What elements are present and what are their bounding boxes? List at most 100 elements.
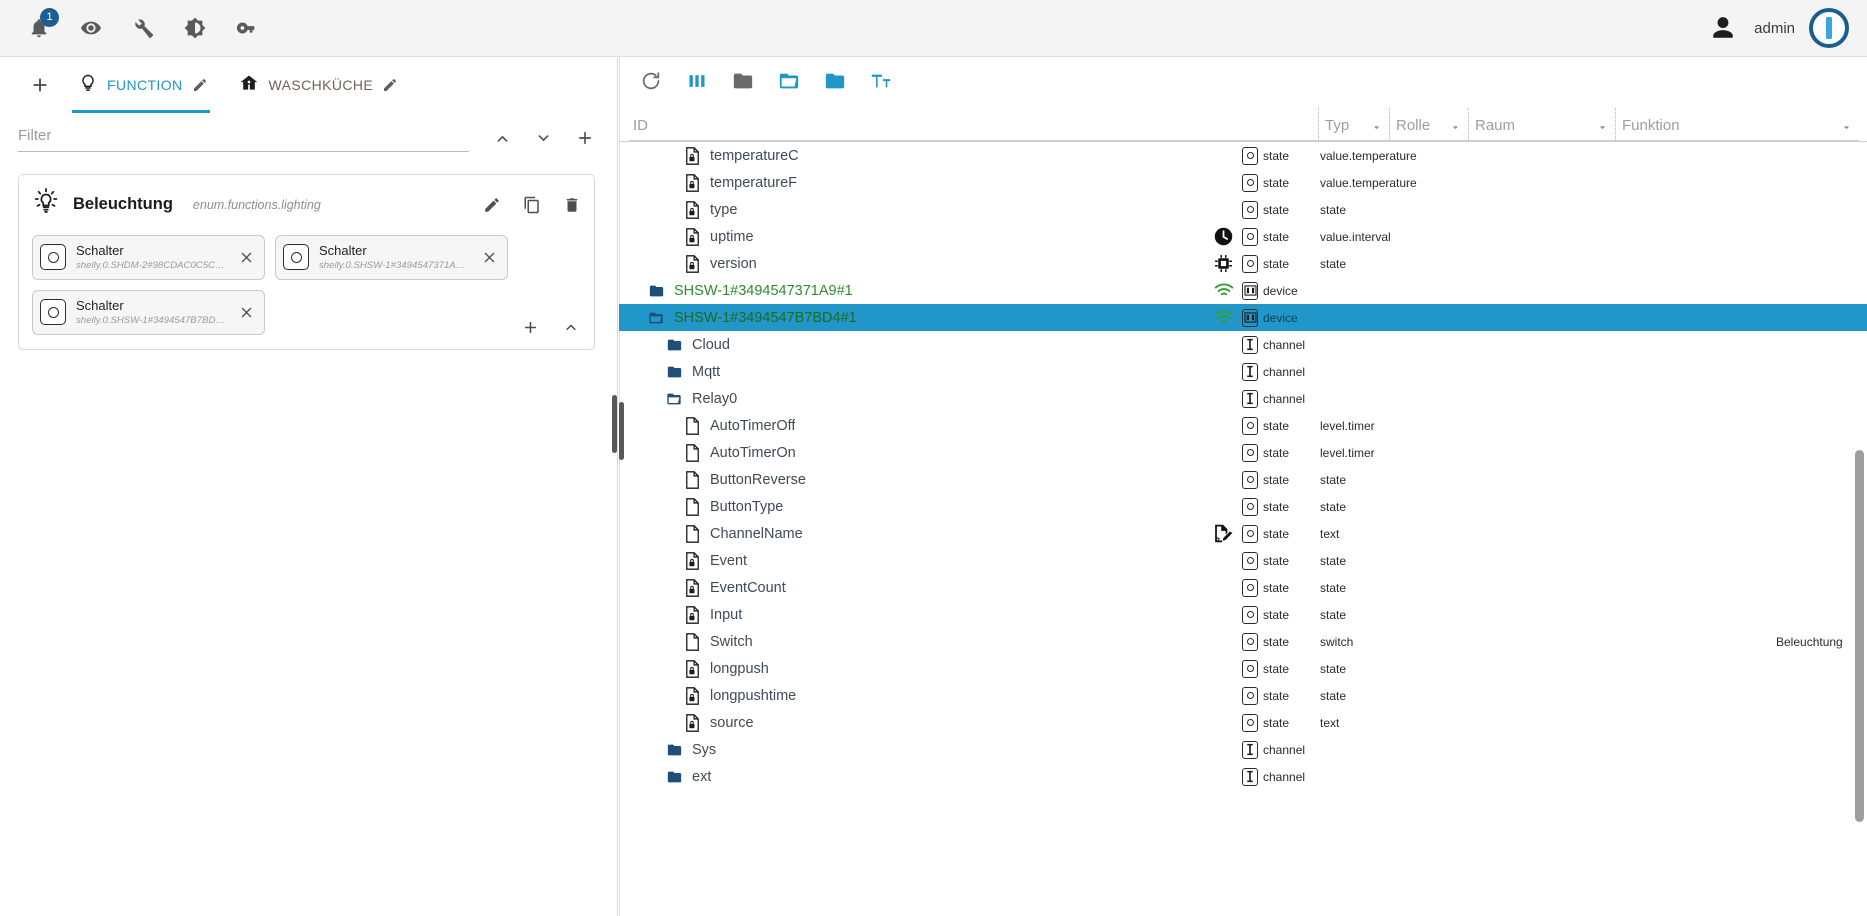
remove-member-icon[interactable] xyxy=(236,304,257,321)
tree-row-id-cell: EventCount xyxy=(629,578,1081,598)
locked-state-icon xyxy=(683,173,701,193)
eye-icon[interactable] xyxy=(74,11,108,45)
refresh-icon[interactable] xyxy=(637,67,665,95)
tree-row[interactable]: ButtonTypestatestate xyxy=(619,493,1867,520)
locked-state-icon xyxy=(683,605,701,625)
enum-member-chip[interactable]: Schalter shelly.0.SHSW-1#3494547371A9#1.… xyxy=(275,235,508,280)
wifi-icon[interactable] xyxy=(1172,283,1242,298)
tab-waschkueche[interactable]: WASCHKÜCHE xyxy=(224,57,409,113)
wrench-icon[interactable] xyxy=(126,11,160,45)
tree-row[interactable]: ButtonReversestatestate xyxy=(619,466,1867,493)
chip-name: Schalter xyxy=(76,243,124,258)
avatar[interactable] xyxy=(1706,11,1740,45)
add-member-icon[interactable] xyxy=(521,318,540,337)
tree-row-id-cell: uptime xyxy=(629,227,1081,247)
filter-actions xyxy=(469,128,595,152)
left-panel-scrollbar[interactable] xyxy=(612,395,617,453)
tree-row-label: type xyxy=(710,202,737,218)
tree-row[interactable]: Syschannel xyxy=(619,736,1867,763)
wifi-icon[interactable] xyxy=(1172,310,1242,325)
key-icon[interactable] xyxy=(230,11,264,45)
column-header-typ[interactable]: Typ xyxy=(1319,111,1389,141)
locked-state-icon xyxy=(683,146,701,166)
tree-row[interactable]: versionstatestate xyxy=(619,250,1867,277)
tree-row[interactable]: uptimestatevalue.interval xyxy=(619,223,1867,250)
remove-member-icon[interactable] xyxy=(236,249,257,266)
tree-row[interactable]: AutoTimerOffstatelevel.timer xyxy=(619,412,1867,439)
tree-row-rolle-cell: text xyxy=(1312,716,1536,730)
locked-state-icon xyxy=(683,254,701,274)
tree-row-typ-label: device xyxy=(1263,284,1298,298)
clock-icon[interactable] xyxy=(1172,226,1242,247)
tree-row-typ-label: state xyxy=(1263,257,1289,271)
tab-function[interactable]: FUNCTION xyxy=(64,57,218,113)
edit-icon[interactable] xyxy=(483,196,501,214)
columns-icon[interactable] xyxy=(683,67,711,95)
tree-row-typ-label: state xyxy=(1263,635,1289,649)
enum-member-chip[interactable]: Schalter shelly.0.SHDM-2#98CDAC0C5C32#1.… xyxy=(32,235,265,280)
enum-member-chip[interactable]: Schalter shelly.0.SHSW-1#3494547B7BD4#1.… xyxy=(32,290,265,335)
folder-closed-icon xyxy=(665,767,683,787)
add-enum-category-button[interactable] xyxy=(22,67,58,103)
filter-input[interactable] xyxy=(18,123,469,152)
tree-row-id-cell: AutoTimerOff xyxy=(629,416,1081,436)
tree-row-label: ButtonReverse xyxy=(710,472,806,488)
column-header-rolle[interactable]: Rolle xyxy=(1390,111,1468,141)
chevron-down-icon[interactable] xyxy=(1840,121,1859,134)
iobroker-logo[interactable] xyxy=(1809,8,1849,48)
tree-row[interactable]: SHSW-1#3494547371A9#1device xyxy=(619,277,1867,304)
tree-row[interactable]: typestatestate xyxy=(619,196,1867,223)
tree-row[interactable]: longpushstatestate xyxy=(619,655,1867,682)
chevron-down-icon[interactable] xyxy=(1596,121,1615,134)
chevron-down-icon[interactable] xyxy=(1449,121,1468,134)
chevron-up-icon[interactable] xyxy=(493,129,512,148)
folder-open-icon[interactable] xyxy=(775,67,803,95)
edit-doc-icon[interactable] xyxy=(1172,523,1242,544)
contrast-icon[interactable] xyxy=(178,11,212,45)
tree-row[interactable]: extchannel xyxy=(619,763,1867,790)
tree-row[interactable]: EventCountstatestate xyxy=(619,574,1867,601)
tree-row-typ-cell: state xyxy=(1242,687,1312,705)
tree-left-scroll-handle[interactable] xyxy=(619,402,624,460)
chevron-down-icon[interactable] xyxy=(1370,121,1389,134)
tree-row[interactable]: temperatureFstatevalue.temperature xyxy=(619,169,1867,196)
text-size-icon[interactable] xyxy=(867,67,895,95)
edit-icon[interactable] xyxy=(192,77,208,93)
column-header-raum[interactable]: Raum xyxy=(1469,111,1615,141)
tree-row-typ-cell: state xyxy=(1242,471,1312,489)
state-type-icon xyxy=(1242,471,1258,489)
tree-row[interactable]: longpushtimestatestate xyxy=(619,682,1867,709)
tree-row[interactable]: temperatureCstatevalue.temperature xyxy=(619,142,1867,169)
tree-row[interactable]: Cloudchannel xyxy=(619,331,1867,358)
tree-row[interactable]: Relay0channel xyxy=(619,385,1867,412)
collapse-icon[interactable] xyxy=(562,318,580,336)
tree-row-rolle-cell: state xyxy=(1312,554,1536,568)
remove-member-icon[interactable] xyxy=(479,249,500,266)
chip-icon[interactable] xyxy=(1172,253,1242,274)
tree-row[interactable]: SHSW-1#3494547B7BD4#1device xyxy=(619,304,1867,331)
tree-row[interactable]: AutoTimerOnstatelevel.timer xyxy=(619,439,1867,466)
folder-closed-dark-icon[interactable] xyxy=(729,67,757,95)
copy-icon[interactable] xyxy=(523,196,541,214)
tree-scrollbar-thumb[interactable] xyxy=(1855,450,1864,822)
tree-row[interactable]: SwitchstateswitchBeleuchtung xyxy=(619,628,1867,655)
bell-badge-count: 1 xyxy=(40,8,59,27)
folder-closed-icon[interactable] xyxy=(821,67,849,95)
tree-row[interactable]: Inputstatestate xyxy=(619,601,1867,628)
chevron-down-icon[interactable] xyxy=(534,129,553,148)
delete-icon[interactable] xyxy=(563,196,581,214)
edit-icon[interactable] xyxy=(382,77,398,93)
bell-icon[interactable]: 1 xyxy=(22,11,56,45)
locked-state-icon xyxy=(683,578,701,598)
column-header-funktion[interactable]: Funktion xyxy=(1616,111,1859,141)
tree-row[interactable]: ChannelNamestatetext xyxy=(619,520,1867,547)
tree-row[interactable]: sourcestatetext xyxy=(619,709,1867,736)
chip-object-id: shelly.0.SHDM-2#98CDAC0C5C32#1.lights.Sw… xyxy=(76,260,226,273)
folder-closed-icon xyxy=(665,362,683,382)
tree-row[interactable]: Eventstatestate xyxy=(619,547,1867,574)
tree-row-typ-cell: state xyxy=(1242,147,1312,165)
tree-row-label: Cloud xyxy=(692,337,730,353)
add-enum-button[interactable] xyxy=(575,128,595,148)
tree-row[interactable]: Mqttchannel xyxy=(619,358,1867,385)
column-header-id[interactable]: ID xyxy=(629,111,1081,141)
